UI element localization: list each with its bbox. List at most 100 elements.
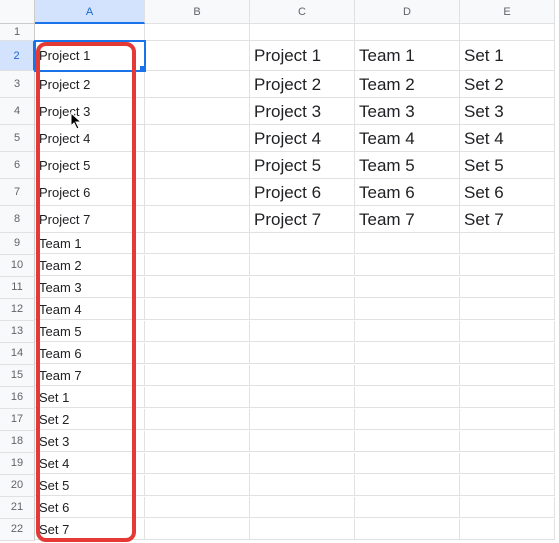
cell[interactable]: Set 2 [460, 71, 555, 98]
cell[interactable] [145, 365, 250, 386]
cell[interactable] [460, 24, 555, 41]
cell[interactable] [145, 453, 250, 474]
cell-active[interactable]: Project 1 [35, 41, 145, 71]
cell[interactable]: Project 1 [250, 41, 355, 71]
cell[interactable] [145, 24, 250, 41]
cell[interactable] [250, 24, 355, 41]
row-header[interactable]: 17 [0, 409, 35, 431]
row-header[interactable]: 9 [0, 233, 35, 255]
col-header-A[interactable]: A [35, 0, 145, 24]
cell[interactable] [145, 206, 250, 233]
cell[interactable]: Set 5 [460, 152, 555, 179]
row-header[interactable]: 11 [0, 277, 35, 299]
cell[interactable] [145, 98, 250, 125]
cell[interactable]: Team 1 [35, 233, 145, 254]
cell[interactable]: Set 7 [35, 519, 145, 540]
cell[interactable]: Project 5 [35, 152, 145, 179]
cell[interactable] [355, 365, 460, 386]
cell[interactable] [460, 497, 555, 518]
cell[interactable]: Project 4 [35, 125, 145, 152]
row-header[interactable]: 5 [0, 125, 35, 152]
cell[interactable]: Project 3 [35, 98, 145, 125]
col-header-B[interactable]: B [145, 0, 250, 24]
cell[interactable]: Project 2 [250, 71, 355, 98]
cell[interactable]: Team 4 [355, 125, 460, 152]
cell[interactable]: Team 2 [35, 255, 145, 276]
cell[interactable] [145, 475, 250, 496]
cell[interactable] [460, 365, 555, 386]
cell[interactable]: Team 5 [35, 321, 145, 342]
row-header[interactable]: 2 [0, 41, 35, 71]
cell[interactable] [250, 277, 355, 298]
cell[interactable] [355, 321, 460, 342]
row-header[interactable]: 22 [0, 519, 35, 541]
cell[interactable]: Team 3 [355, 98, 460, 125]
cell[interactable] [355, 387, 460, 408]
cell[interactable] [145, 152, 250, 179]
row-header[interactable]: 8 [0, 206, 35, 233]
row-header[interactable]: 21 [0, 497, 35, 519]
row-header[interactable]: 6 [0, 152, 35, 179]
row-header[interactable]: 7 [0, 179, 35, 206]
cell[interactable]: Team 6 [35, 343, 145, 364]
cell[interactable]: Project 6 [35, 179, 145, 206]
col-header-C[interactable]: C [250, 0, 355, 24]
cell[interactable] [145, 277, 250, 298]
cell[interactable] [250, 475, 355, 496]
cell[interactable] [35, 24, 145, 41]
cell[interactable] [250, 453, 355, 474]
cell[interactable]: Project 2 [35, 71, 145, 98]
cell[interactable] [250, 387, 355, 408]
cell[interactable] [250, 343, 355, 364]
cell[interactable] [355, 255, 460, 276]
cell[interactable] [460, 343, 555, 364]
cell[interactable]: Set 1 [460, 41, 555, 71]
cell[interactable]: Team 3 [35, 277, 145, 298]
cell[interactable]: Project 7 [250, 206, 355, 233]
cell[interactable] [250, 365, 355, 386]
cell[interactable] [355, 475, 460, 496]
cell[interactable] [145, 179, 250, 206]
cell[interactable]: Team 7 [35, 365, 145, 386]
row-header[interactable]: 19 [0, 453, 35, 475]
row-header[interactable]: 20 [0, 475, 35, 497]
cell[interactable]: Set 2 [35, 409, 145, 430]
cell[interactable] [460, 453, 555, 474]
row-header[interactable]: 3 [0, 71, 35, 98]
cell[interactable] [460, 387, 555, 408]
cell[interactable] [145, 299, 250, 320]
cell[interactable]: Team 6 [355, 179, 460, 206]
cell[interactable] [250, 497, 355, 518]
cell[interactable] [460, 475, 555, 496]
row-header[interactable]: 14 [0, 343, 35, 365]
cell[interactable] [145, 41, 250, 71]
cell[interactable] [355, 409, 460, 430]
cell[interactable]: Set 6 [35, 497, 145, 518]
cell[interactable]: Set 1 [35, 387, 145, 408]
cell[interactable] [355, 343, 460, 364]
cell[interactable] [460, 321, 555, 342]
cell[interactable]: Set 3 [460, 98, 555, 125]
cell[interactable] [250, 233, 355, 254]
cell[interactable]: Team 4 [35, 299, 145, 320]
cell[interactable] [145, 431, 250, 452]
row-header[interactable]: 18 [0, 431, 35, 453]
cell[interactable] [355, 24, 460, 41]
col-header-D[interactable]: D [355, 0, 460, 24]
cell[interactable] [145, 255, 250, 276]
cell[interactable]: Team 1 [355, 41, 460, 71]
cell[interactable] [355, 277, 460, 298]
cell[interactable]: Set 6 [460, 179, 555, 206]
row-header[interactable]: 12 [0, 299, 35, 321]
cell[interactable]: Project 5 [250, 152, 355, 179]
cell[interactable]: Project 7 [35, 206, 145, 233]
cell[interactable] [250, 299, 355, 320]
cell[interactable] [250, 255, 355, 276]
cell[interactable]: Set 7 [460, 206, 555, 233]
cell[interactable]: Team 2 [355, 71, 460, 98]
row-header[interactable]: 10 [0, 255, 35, 277]
row-header[interactable]: 15 [0, 365, 35, 387]
cell[interactable]: Team 7 [355, 206, 460, 233]
cell[interactable] [355, 233, 460, 254]
cell[interactable] [355, 431, 460, 452]
